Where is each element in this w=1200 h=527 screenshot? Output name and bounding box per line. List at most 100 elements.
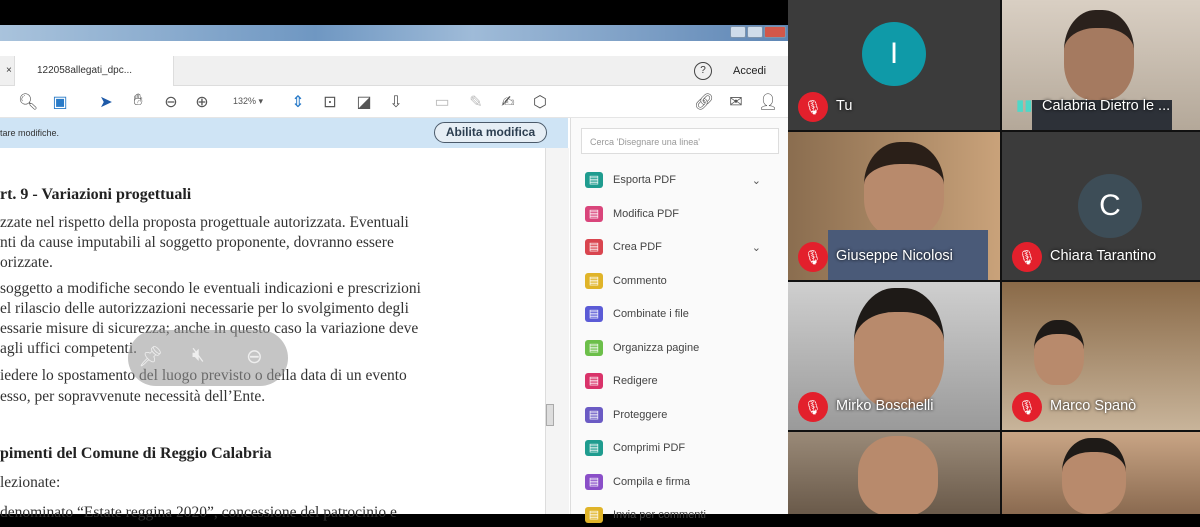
hand-tool-icon[interactable]: ✋︎: [128, 92, 148, 110]
search-doc-icon[interactable]: 🔍︎: [18, 92, 38, 112]
tool-item[interactable]: ▤ Comprimi PDF: [585, 436, 775, 460]
tool-item[interactable]: ▤ Commento: [585, 269, 775, 293]
tool-item[interactable]: ▤ Organizza pagine: [585, 336, 775, 360]
tool-item[interactable]: ▤ Esporta PDF ⌄: [585, 168, 775, 192]
video-feed: [1034, 320, 1084, 385]
tool-icon: ▤: [585, 473, 603, 490]
participant-name: Marco Spanò: [1050, 398, 1137, 414]
doc-line: orizzate.: [0, 254, 53, 271]
add-user-icon[interactable]: 👤︎: [758, 92, 778, 112]
comment-icon[interactable]: ▭: [432, 92, 452, 112]
participant-tile[interactable]: ▮▮ Calabria Dietro le ...: [1002, 0, 1200, 130]
video-feed: [854, 288, 944, 408]
tools-panel: Cerca 'Disegnare una linea' ▤ Esporta PDF…: [570, 118, 788, 523]
tool-icon: ▤: [585, 440, 603, 456]
chevron-down-icon[interactable]: ⌄: [752, 241, 761, 254]
section-heading: rt. 9 - Variazioni progettuali: [0, 186, 192, 203]
tool-item[interactable]: ▤ Compila e firma: [585, 470, 775, 494]
tool-label: Combinate i file: [613, 308, 689, 320]
close-tab-icon[interactable]: ×: [6, 56, 12, 86]
participant-name: Giuseppe Nicolosi: [836, 248, 953, 264]
title-bar: [0, 25, 788, 41]
participant-name: Tu: [836, 98, 853, 114]
sign-icon[interactable]: ✍︎: [498, 92, 518, 112]
doc-line: zzate nel rispetto della proposta proget…: [0, 214, 409, 231]
doc-line: soggetto a modifiche secondo le eventual…: [0, 280, 421, 297]
participant-tile[interactable]: 🎙︎ Giuseppe Nicolosi: [788, 132, 1000, 280]
signin-link[interactable]: Accedi: [733, 56, 766, 86]
video-feed: [858, 436, 938, 514]
chevron-down-icon[interactable]: ⌄: [752, 174, 761, 187]
video-feed: [864, 142, 944, 237]
page-fit-icon[interactable]: ▣: [50, 92, 70, 112]
enable-editing-button[interactable]: Abilita modifica: [434, 122, 547, 143]
zoom-value: 132%: [232, 96, 256, 106]
select-cursor-icon[interactable]: ➤: [96, 92, 116, 112]
avatar: C: [1078, 174, 1142, 238]
tool-item[interactable]: ▤ Invia per commenti: [585, 503, 775, 527]
tool-item[interactable]: ▤ Redigere: [585, 369, 775, 393]
tool-label: Comprimi PDF: [613, 442, 686, 454]
doc-line: el rilascio delle autorizzazioni necessa…: [0, 300, 409, 317]
zoom-in-icon[interactable]: ⊕: [192, 92, 212, 112]
section-heading: pimenti del Comune di Reggio Calabria: [0, 445, 272, 462]
zoom-select[interactable]: 132% ▾: [228, 96, 268, 107]
participant-tile[interactable]: 🎙︎ Mirko Boschelli: [788, 282, 1000, 430]
mute-icon[interactable]: 🔇︎: [192, 344, 205, 367]
tool-icon: ▤: [585, 205, 603, 222]
mic-muted-icon: 🎙︎: [1012, 392, 1042, 422]
toolbar: 🔍︎ ▣ ➤ ✋︎ ⊖ ⊕ 132% ▾ ⇕ ⊡ ◪ ⇩ ▭ ✎ ✍︎ ⬡ 🔗︎…: [0, 86, 788, 118]
tool-label: Proteggere: [613, 408, 668, 421]
participant-name: Mirko Boschelli: [836, 398, 934, 414]
participant-tile[interactable]: 🎙︎ Marco Spanò: [1002, 282, 1200, 430]
tool-icon: ▤: [585, 406, 603, 423]
fit-width-icon[interactable]: ⇕: [288, 92, 308, 112]
tool-item[interactable]: ▤ Combinate i file: [585, 302, 775, 326]
scrollbar-thumb[interactable]: [546, 404, 554, 426]
tool-item[interactable]: ▤ Proteggere: [585, 403, 775, 427]
participant-tile[interactable]: [788, 432, 1000, 514]
doc-line: denominato “Estate reggina 2020”, conces…: [0, 504, 397, 521]
protected-view-bar: tare modifiche. Abilita modifica: [0, 118, 568, 148]
document-tab[interactable]: 122058allegati_dpc...: [14, 56, 174, 86]
participant-tile[interactable]: I 🎙︎ Tu: [788, 0, 1000, 130]
tool-label: Compila e firma: [613, 475, 691, 488]
doc-line: esso, per sopravvenute necessità dell’En…: [0, 388, 266, 405]
video-feed: [1062, 438, 1126, 514]
tool-label: Modifica PDF: [613, 207, 680, 220]
document-scrollbar[interactable]: [545, 148, 569, 514]
tool-label: Commento: [613, 274, 667, 287]
highlight-pen-icon[interactable]: ✎: [466, 92, 486, 112]
scroll-mode-icon[interactable]: ⇩: [386, 92, 406, 112]
screen-top-bar: [0, 0, 788, 25]
help-icon[interactable]: ?: [694, 62, 712, 80]
tool-label: Organizza pagine: [613, 341, 700, 354]
email-icon[interactable]: ✉: [726, 92, 746, 112]
participant-tile[interactable]: C 🎙︎ Chiara Tarantino: [1002, 132, 1200, 280]
maximize-button[interactable]: [747, 26, 763, 38]
mic-muted-icon: 🎙︎: [798, 92, 828, 122]
pin-icon[interactable]: 📌︎: [138, 344, 163, 369]
zoom-out-icon[interactable]: ⊖: [161, 92, 181, 112]
tool-icon: ▤: [585, 172, 603, 188]
tool-icon: ▤: [585, 239, 603, 255]
minimize-button[interactable]: [730, 26, 746, 38]
participant-name: Chiara Tarantino: [1050, 248, 1157, 264]
video-feed: [1064, 10, 1134, 100]
doc-line: lezionate:: [0, 474, 61, 491]
rotate-icon[interactable]: ⊡: [320, 92, 340, 112]
link-icon[interactable]: 🔗︎: [694, 92, 714, 112]
stamp-icon[interactable]: ⬡: [530, 92, 550, 112]
tool-icon: ▤: [585, 339, 603, 356]
tool-icon: ▤: [585, 272, 603, 289]
participant-tile[interactable]: [1002, 432, 1200, 514]
mic-muted-icon: 🎙︎: [1012, 242, 1042, 272]
avatar: I: [862, 22, 926, 86]
fullscreen-icon[interactable]: ◪: [354, 92, 374, 112]
tool-icon: ▤: [585, 306, 603, 322]
close-window-button[interactable]: [764, 26, 786, 38]
minimize-icon[interactable]: ⊖: [246, 344, 263, 369]
tools-search-input[interactable]: Cerca 'Disegnare una linea': [581, 128, 779, 154]
tool-item[interactable]: ▤ Modifica PDF: [585, 202, 775, 226]
tool-item[interactable]: ▤ Crea PDF ⌄: [585, 235, 775, 259]
